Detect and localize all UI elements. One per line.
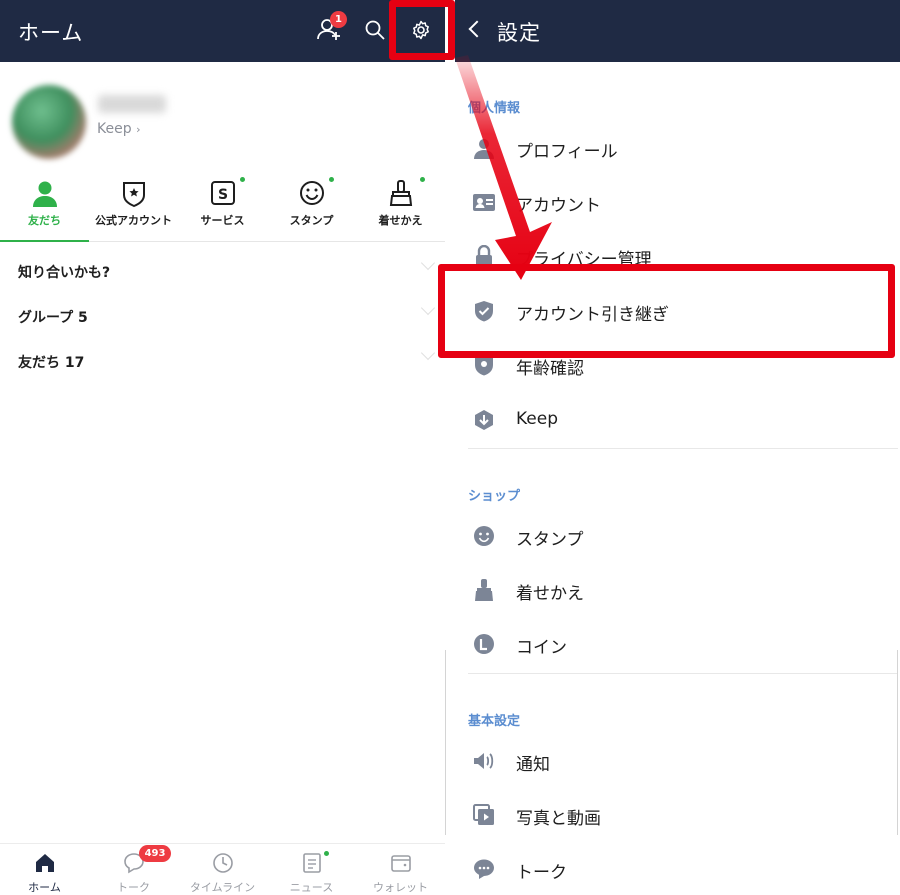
highlight-account-transfer <box>438 264 895 358</box>
video-icon <box>473 804 494 825</box>
home-screen: ホーム 1 Keep › 友だち 公式アカウント S サービス スタンプ 着せか… <box>0 0 445 895</box>
tab-label: スタンプ <box>289 214 334 227</box>
brush-icon <box>389 180 412 206</box>
profile-name-blurred <box>98 95 166 113</box>
settings-header: 設定 <box>455 0 900 62</box>
keep-link[interactable]: Keep › <box>97 121 140 137</box>
tab-friends[interactable]: 友だち <box>0 170 89 242</box>
id-card-icon <box>473 194 495 211</box>
settings-item-label: 写真と動画 <box>516 809 601 829</box>
tab-official-accounts[interactable]: 公式アカウント <box>89 170 178 242</box>
highlight-settings-button <box>389 0 455 60</box>
settings-screen: 設定 個人情報 プロフィール アカウント プライバシー管理 アカウント引き継ぎ … <box>455 0 900 895</box>
active-tab-indicator <box>0 240 89 242</box>
home-icon <box>35 854 54 872</box>
settings-item-label: アカウント <box>516 196 601 216</box>
nav-label: トーク <box>117 881 150 894</box>
search-button[interactable] <box>359 14 391 46</box>
tab-services[interactable]: S サービス <box>178 170 267 242</box>
tab-label: 公式アカウント <box>95 214 172 227</box>
settings-item-profile[interactable]: プロフィール <box>455 124 900 172</box>
home-header: ホーム 1 <box>0 0 445 62</box>
chevron-down-icon[interactable] <box>420 345 436 361</box>
tab-label: 着せかえ <box>378 214 423 227</box>
new-dot <box>240 177 245 182</box>
new-dot <box>324 851 329 856</box>
new-dot <box>420 177 425 182</box>
person-icon <box>32 181 57 207</box>
home-category-tabs: 友だち 公式アカウント S サービス スタンプ 着せかえ <box>0 170 445 242</box>
card-edge-line <box>445 650 446 835</box>
settings-item-label: 着せかえ <box>516 584 584 604</box>
smiley-icon <box>474 526 494 546</box>
section-divider <box>468 673 898 674</box>
section-friends[interactable]: 友だち 17 <box>18 352 84 372</box>
search-icon <box>365 20 385 40</box>
nav-label: ニュース <box>289 881 334 894</box>
section-groups[interactable]: グループ 5 <box>18 307 88 327</box>
settings-item-label: 通知 <box>516 755 550 775</box>
settings-item-themes[interactable]: 着せかえ <box>455 566 900 614</box>
clock-icon <box>212 853 233 873</box>
nav-news[interactable]: ニュース <box>267 844 356 895</box>
nav-chats[interactable]: 493 トーク <box>89 844 178 895</box>
card-edge-line <box>897 650 898 835</box>
settings-item-label: Keep <box>516 409 559 429</box>
keep-link-label: Keep <box>97 121 132 137</box>
keep-hexagon-icon <box>475 410 493 430</box>
service-s-icon: S <box>210 181 235 205</box>
chevron-down-icon[interactable] <box>420 300 436 316</box>
new-dot <box>329 177 334 182</box>
person-icon <box>474 139 494 159</box>
nav-timeline[interactable]: タイムライン <box>178 844 267 895</box>
official-badge-icon <box>122 182 145 208</box>
section-suggested-friends[interactable]: 知り合いかも? <box>18 262 110 282</box>
tab-label: サービス <box>200 214 245 227</box>
group-title-personal-info: 個人情報 <box>468 101 521 116</box>
unread-badge: 493 <box>139 845 171 862</box>
tab-label: 友だち <box>28 214 61 227</box>
settings-item-notifications[interactable]: 通知 <box>455 737 900 785</box>
tab-themes[interactable]: 着せかえ <box>356 170 445 242</box>
group-title-shop: ショップ <box>468 489 521 504</box>
back-arrow-icon[interactable] <box>468 20 486 38</box>
news-icon <box>302 853 321 873</box>
wallet-icon <box>390 855 411 872</box>
svg-text:S: S <box>217 187 227 203</box>
settings-item-keep[interactable]: Keep <box>455 396 900 444</box>
nav-label: ホーム <box>28 881 61 894</box>
nav-label: タイムライン <box>189 881 256 894</box>
add-friend-button[interactable]: 1 <box>313 11 347 46</box>
tab-stickers[interactable]: スタンプ <box>267 170 356 242</box>
settings-item-coins[interactable]: コイン <box>455 620 900 668</box>
settings-item-chats[interactable]: トーク <box>455 845 900 893</box>
chevron-down-icon[interactable] <box>420 255 436 271</box>
settings-item-label: スタンプ <box>516 530 584 550</box>
smiley-icon <box>299 181 324 205</box>
add-friend-badge: 1 <box>330 11 347 28</box>
settings-item-stickers[interactable]: スタンプ <box>455 512 900 560</box>
nav-home[interactable]: ホーム <box>0 844 89 895</box>
chat-bubble-icon <box>474 859 494 879</box>
settings-item-photos-videos[interactable]: 写真と動画 <box>455 791 900 839</box>
page-title: ホーム <box>18 21 84 45</box>
coin-icon <box>474 634 494 654</box>
group-title-basic-settings: 基本設定 <box>468 714 521 729</box>
brush-icon <box>475 579 493 601</box>
chevron-right-icon: › <box>136 123 141 136</box>
settings-item-label: プロフィール <box>516 142 618 162</box>
section-divider <box>468 448 898 449</box>
nav-label: ウォレット <box>373 881 428 894</box>
settings-item-label: トーク <box>516 863 567 883</box>
avatar[interactable] <box>12 85 86 159</box>
my-profile[interactable]: Keep › <box>0 62 445 170</box>
settings-item-account[interactable]: アカウント <box>455 178 900 226</box>
bottom-navigation: ホーム 493 トーク タイムライン ニュース ウォレット <box>0 843 445 895</box>
page-title: 設定 <box>497 21 541 45</box>
speaker-icon <box>474 753 494 769</box>
nav-wallet[interactable]: ウォレット <box>356 844 445 895</box>
settings-item-label: コイン <box>516 638 567 658</box>
